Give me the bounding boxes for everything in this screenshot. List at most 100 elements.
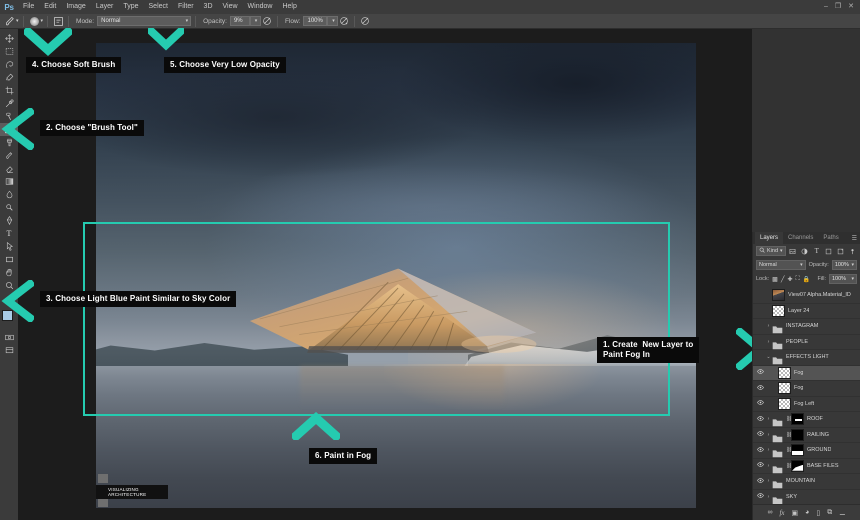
layer-mask-thumbnail[interactable] (791, 429, 804, 441)
crop-tool[interactable] (0, 84, 18, 97)
lock-artboard-nesting-icon[interactable]: ⛶ (795, 276, 799, 283)
layer-row[interactable]: › MOUNTAIN (753, 474, 860, 490)
layer-filter-kind[interactable]: Kind ▾ (756, 246, 786, 256)
filter-shape-icon[interactable] (824, 246, 833, 256)
layer-visibility-toggle[interactable] (755, 416, 765, 423)
layer-name[interactable]: View07 Alpha.Material_ID (788, 292, 851, 298)
path-selection-tool[interactable] (0, 240, 18, 253)
hand-tool[interactable] (0, 266, 18, 279)
layer-thumbnail[interactable] (778, 398, 791, 410)
layer-fill-input[interactable]: 100% ▾ (829, 274, 857, 284)
layer-expand-toggle[interactable]: › (765, 478, 772, 484)
close-button[interactable]: ✕ (848, 0, 854, 14)
opacity-input[interactable]: 9% (230, 16, 250, 26)
layer-name[interactable]: BASE FILES (807, 463, 839, 469)
quick-selection-tool[interactable] (0, 71, 18, 84)
layer-thumbnail[interactable] (772, 305, 785, 317)
dodge-tool[interactable] (0, 201, 18, 214)
menu-item-help[interactable]: Help (277, 0, 301, 14)
add-layer-mask-button[interactable]: ▣ (792, 509, 799, 517)
layer-row[interactable]: ›⛓ROOF (753, 412, 860, 428)
filter-toggle-icon[interactable] (848, 246, 857, 256)
flow-dropdown[interactable]: ▾ (327, 16, 338, 26)
layer-row[interactable]: Fog Left (753, 397, 860, 413)
brush-preset-caret-icon[interactable]: ▾ (41, 18, 44, 24)
layer-visibility-toggle[interactable] (755, 493, 765, 500)
opacity-pressure-icon[interactable] (261, 15, 273, 27)
layer-name[interactable]: Fog Left (794, 401, 814, 407)
flow-input[interactable]: 100% (303, 16, 327, 26)
layer-expand-toggle[interactable]: ⌄ (765, 354, 772, 360)
layer-row[interactable]: ⌄ EFFECTS LIGHT (753, 350, 860, 366)
restore-button[interactable]: ❐ (835, 0, 841, 14)
layer-name[interactable]: SKY (786, 494, 797, 500)
layer-name[interactable]: EFFECTS LIGHT (786, 354, 829, 360)
layer-row[interactable]: › INSTAGRAM (753, 319, 860, 335)
layer-mask-thumbnail[interactable] (791, 460, 804, 472)
layer-visibility-toggle[interactable] (755, 369, 765, 376)
layer-visibility-toggle[interactable] (755, 462, 765, 469)
quick-mask-toggle[interactable] (0, 331, 18, 344)
screen-mode-toggle[interactable] (0, 344, 18, 357)
rectangle-tool[interactable] (0, 253, 18, 266)
type-tool[interactable]: T (0, 227, 18, 240)
blend-mode-select[interactable]: Normal ▾ (97, 16, 191, 26)
layer-visibility-toggle[interactable] (755, 431, 765, 438)
layer-name[interactable]: GROUND (807, 447, 831, 453)
menu-item-type[interactable]: Type (118, 0, 143, 14)
opacity-dropdown[interactable]: ▾ (250, 16, 261, 26)
brush-preset-picker[interactable] (28, 16, 41, 27)
layer-row[interactable]: ›SKY (753, 490, 860, 505)
menu-item-edit[interactable]: Edit (39, 0, 61, 14)
layer-name[interactable]: MOUNTAIN (786, 478, 815, 484)
layer-visibility-toggle[interactable] (755, 447, 765, 454)
layer-name[interactable]: RAILING (807, 432, 829, 438)
lock-all-icon[interactable]: 🔒 (803, 276, 810, 283)
link-layers-button[interactable]: ∞ (767, 509, 772, 516)
pen-tool[interactable] (0, 214, 18, 227)
smoothing-icon[interactable] (359, 15, 371, 27)
minimize-button[interactable]: – (824, 0, 828, 14)
eraser-tool[interactable] (0, 162, 18, 175)
layer-row[interactable]: ›⛓RAILING (753, 428, 860, 444)
lock-position-icon[interactable]: ✚ (787, 276, 792, 283)
airbrush-icon[interactable] (338, 15, 350, 27)
layer-row[interactable]: ›⛓GROUND (753, 443, 860, 459)
layer-list[interactable]: View07 Alpha.Material_ID Layer 24 › INSTAGR… (753, 288, 860, 504)
blur-tool[interactable] (0, 188, 18, 201)
layer-mask-thumbnail[interactable] (791, 444, 804, 456)
brush-tool-icon[interactable] (4, 15, 16, 27)
tab-paths[interactable]: Paths (818, 232, 843, 244)
layer-name[interactable]: ROOF (807, 416, 823, 422)
new-layer-button[interactable]: ⧉ (827, 509, 832, 517)
menu-item-filter[interactable]: Filter (173, 0, 199, 14)
menu-item-view[interactable]: View (218, 0, 243, 14)
layer-expand-toggle[interactable]: › (765, 463, 772, 469)
layer-row[interactable]: Layer 24 (753, 304, 860, 320)
menu-item-image[interactable]: Image (61, 0, 90, 14)
layer-blend-mode-select[interactable]: Normal ▾ (756, 260, 806, 270)
layer-expand-toggle[interactable]: › (765, 323, 772, 329)
layer-visibility-toggle[interactable] (755, 400, 765, 407)
menu-item-layer[interactable]: Layer (91, 0, 119, 14)
layer-opacity-input[interactable]: 100% ▾ (832, 260, 857, 270)
layer-thumbnail[interactable] (778, 382, 791, 394)
layer-thumbnail[interactable] (772, 289, 785, 301)
new-group-button[interactable]: ▯ (816, 509, 820, 517)
gradient-tool[interactable] (0, 175, 18, 188)
layer-name[interactable]: Fog (794, 385, 803, 391)
layer-thumbnail[interactable] (778, 367, 791, 379)
menu-item-file[interactable]: File (18, 0, 39, 14)
layer-visibility-toggle[interactable] (755, 478, 765, 485)
filter-type-icon[interactable]: T (812, 246, 821, 256)
layer-name[interactable]: INSTAGRAM (786, 323, 818, 329)
layer-mask-thumbnail[interactable] (791, 413, 804, 425)
layer-name[interactable]: PEOPLE (786, 339, 808, 345)
lasso-tool[interactable] (0, 58, 18, 71)
filter-adjustment-icon[interactable] (800, 246, 809, 256)
move-tool[interactable] (0, 32, 18, 45)
layer-visibility-toggle[interactable] (755, 385, 765, 392)
layer-style-button[interactable]: fx (779, 509, 784, 517)
layer-row[interactable]: Fog (753, 381, 860, 397)
tool-preset-caret-icon[interactable]: ▾ (16, 18, 19, 24)
